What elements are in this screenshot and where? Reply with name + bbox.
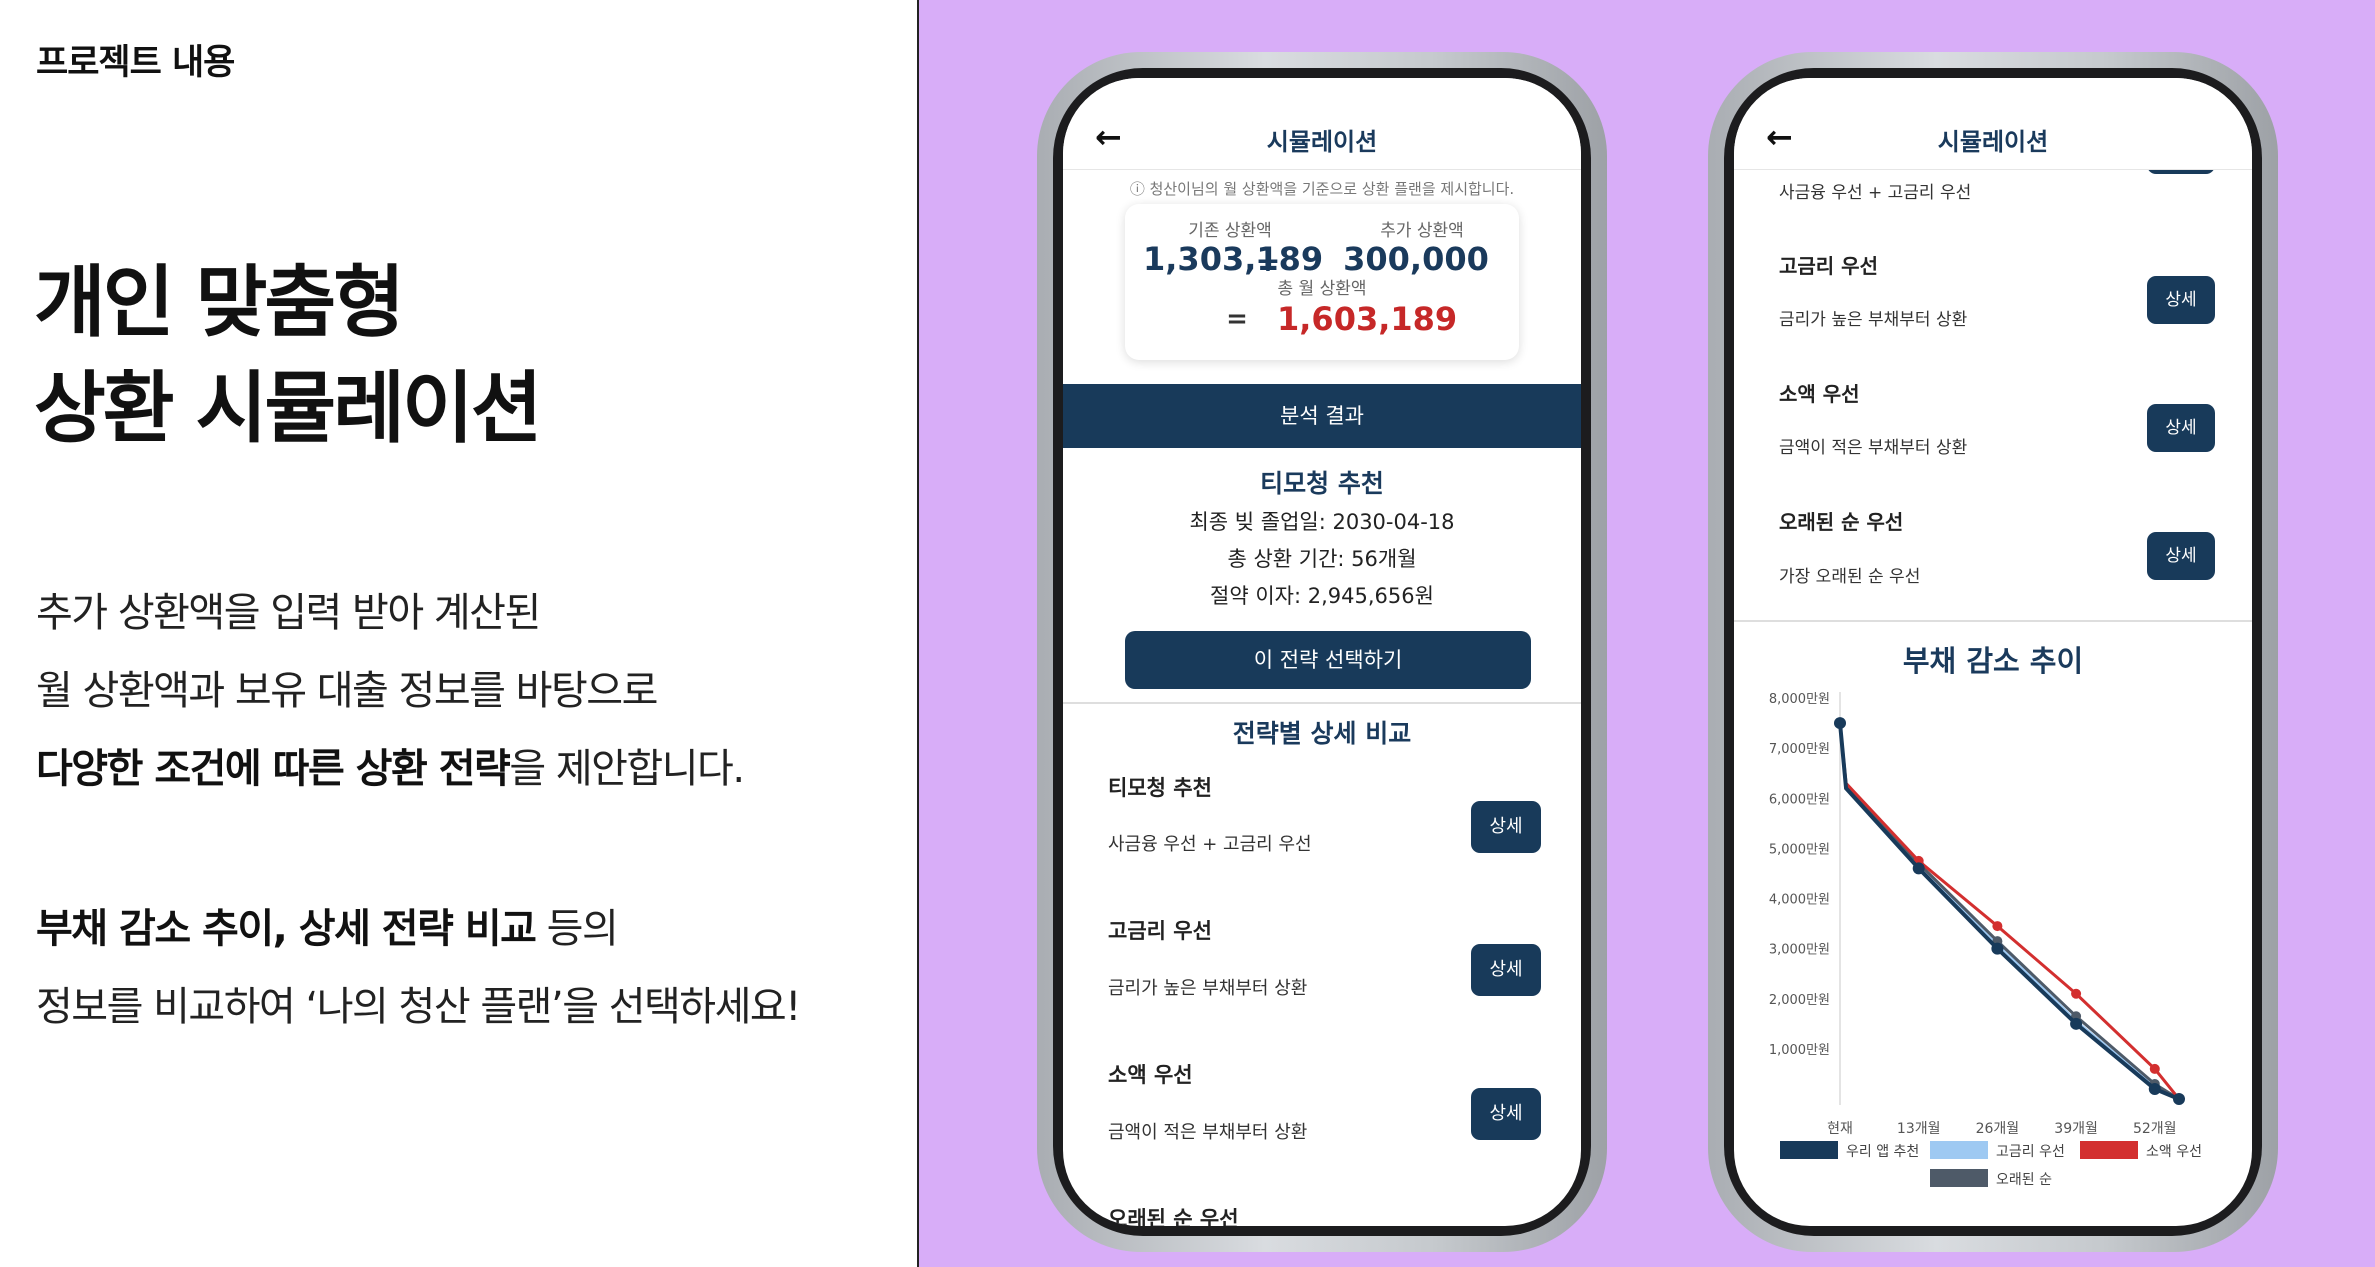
final-payoff-date: 최종 빚 졸업일: 2030-04-18 [1189, 510, 1455, 534]
y-tick-label: 1,000만원 [1769, 1043, 1830, 1058]
headline-line-2: 상환 시뮬레이션 [34, 364, 542, 454]
detail-button[interactable]: 상세 [2147, 532, 2215, 580]
page-title: 시뮬레이션 [1937, 128, 2049, 156]
legend-swatch [1930, 1169, 1988, 1187]
y-tick-label: 3,000만원 [1769, 943, 1830, 958]
strategy-desc: 사금융 우선 + 고금리 우선 [1108, 834, 1312, 855]
paragraph-1-line-1: 추가 상환액을 입력 받아 계산된 [36, 590, 541, 636]
strategy-desc: 금액이 적은 부채부터 상환 [1779, 438, 1968, 458]
data-point [1834, 717, 1846, 730]
y-tick-label: 6,000만원 [1769, 792, 1830, 807]
strategy-compare-title: 전략별 상세 비교 [1232, 719, 1412, 748]
legend-swatch [2080, 1141, 2138, 1159]
base-payment-label: 기존 상환액 [1188, 221, 1272, 241]
phone-screen: ← 시뮬레이션 ⓘ 청산이님의 월 상환액을 기준으로 상환 플랜을 제시합니다… [1063, 78, 1581, 1226]
paragraph-1-line-3-rest: 을 제안합니다. [509, 746, 745, 792]
total-payment-value: 1,603,189 [1277, 300, 1458, 338]
legend-label: 고금리 우선 [1996, 1144, 2065, 1160]
data-point [1992, 921, 2003, 932]
legend-label: 소액 우선 [2146, 1144, 2202, 1160]
legend-swatch [1930, 1141, 1988, 1159]
strategy-name: 오래된 순 우선 [1108, 1207, 1239, 1226]
detail-button[interactable]: 상세 [2147, 276, 2215, 324]
description-panel: 프로젝트 내용 개인 맞춤형 상환 시뮬레이션 추가 상환액을 입력 받아 계산… [0, 0, 918, 1267]
detail-button[interactable]: 상세 [1471, 1088, 1541, 1140]
phone-mockup-right: 상세 ← 시뮬레이션 사금융 우선 + 고금리 우선 고금리 우선 금리가 높은… [1708, 52, 2278, 1252]
y-tick-label: 4,000만원 [1769, 893, 1830, 908]
data-point [2070, 1017, 2083, 1030]
y-tick-label: 7,000만원 [1769, 742, 1830, 757]
strategy-desc: 금리가 높은 부채부터 상환 [1779, 310, 1968, 330]
detail-button[interactable]: 상세 [2147, 404, 2215, 452]
strategy-name: 오래된 순 우선 [1779, 510, 1904, 534]
x-tick-label: 13개월 [1897, 1121, 1941, 1137]
headline: 개인 맞춤형 상환 시뮬레이션 [34, 250, 542, 462]
data-point [2149, 1063, 2160, 1074]
strategy-desc: 가장 오래된 순 우선 [1779, 567, 1921, 587]
paragraph-1-line-3: 다양한 조건에 따른 상환 전략을 제안합니다. [36, 736, 745, 794]
paragraph-1-line-2: 월 상환액과 보유 대출 정보를 바탕으로 [36, 668, 658, 714]
phone-screen: 상세 ← 시뮬레이션 사금융 우선 + 고금리 우선 고금리 우선 금리가 높은… [1734, 78, 2252, 1226]
x-tick-label: 26개월 [1976, 1121, 2020, 1137]
equals-sign: = [1226, 304, 1248, 334]
extra-payment-label: 추가 상환액 [1380, 221, 1464, 241]
data-point [2071, 988, 2082, 999]
strategy-name: 고금리 우선 [1779, 254, 1878, 278]
headline-line-1: 개인 맞춤형 [34, 258, 405, 348]
phone-mockup-left: ← 시뮬레이션 ⓘ 청산이님의 월 상환액을 기준으로 상환 플랜을 제시합니다… [1037, 52, 1607, 1252]
paragraph-2-line-2: 정보를 비교하여 ‘나의 청산 플랜’을 선택하세요! [36, 984, 801, 1030]
x-tick-label: 52개월 [2133, 1121, 2177, 1137]
emphasis-features: 부채 감소 추이, 상세 전략 비교 [36, 906, 537, 952]
mockup-panel: ← 시뮬레이션 ⓘ 청산이님의 월 상환액을 기준으로 상환 플랜을 제시합니다… [919, 0, 2375, 1267]
strategy-desc: 금리가 높은 부채부터 상환 [1108, 978, 1308, 999]
legend-label: 우리 앱 추천 [1846, 1144, 1919, 1160]
app-header: ← 시뮬레이션 [1063, 78, 1581, 170]
x-tick-label: 현재 [1827, 1121, 1853, 1137]
total-payment-label: 총 월 상환액 [1277, 279, 1367, 299]
emphasis-strategy: 다양한 조건에 따른 상환 전략 [36, 746, 511, 792]
section-label: 프로젝트 내용 [36, 43, 235, 83]
strategy-desc: 금액이 적은 부채부터 상환 [1108, 1122, 1308, 1143]
section-divider [1734, 620, 2252, 622]
legend-label: 오래된 순 [1996, 1172, 2052, 1188]
y-tick-label: 2,000만원 [1769, 993, 1830, 1008]
info-notice: ⓘ 청산이님의 월 상환액을 기준으로 상환 플랜을 제시합니다. [1129, 180, 1515, 198]
extra-payment-value: 300,000 [1343, 240, 1489, 278]
analysis-result-bar: 분석 결과 [1063, 384, 1581, 448]
data-point [1991, 942, 2004, 955]
app-header: ← 시뮬레이션 [1734, 78, 2252, 170]
x-tick-label: 39개월 [2054, 1121, 2098, 1137]
strategy-desc: 사금융 우선 + 고금리 우선 [1779, 183, 1972, 203]
detail-button[interactable]: 상세 [1471, 801, 1541, 853]
chart-title: 부채 감소 추이 [1902, 644, 2084, 678]
interest-saving: 절약 이자: 2,945,656원 [1210, 584, 1434, 608]
recommendation-title: 티모청 추천 [1260, 469, 1384, 498]
paragraph-2-line-1-rest: 등의 [535, 906, 619, 952]
strategy-name: 소액 우선 [1108, 1063, 1193, 1087]
section-divider [1063, 702, 1581, 704]
data-point [1912, 862, 1925, 875]
series-line-2 [1838, 722, 2181, 1100]
choose-strategy-button[interactable]: 이 전략 선택하기 [1125, 631, 1531, 689]
page-title: 시뮬레이션 [1266, 128, 1378, 156]
y-tick-label: 8,000만원 [1769, 692, 1830, 707]
strategy-name: 티모청 추천 [1108, 776, 1212, 800]
debt-reduction-chart: 8,000만원 7,000만원 6,000만원 5,000만원 4,000만원 3,000… [1769, 692, 2202, 1188]
data-point [2148, 1082, 2161, 1095]
detail-button[interactable]: 상세 [1471, 944, 1541, 996]
strategy-name: 소액 우선 [1779, 382, 1860, 406]
data-point [2173, 1093, 2185, 1105]
payment-calculation-card: 기존 상환액 1,303,189 + 추가 상환액 300,000 총 월 상환… [1125, 204, 1519, 360]
paragraph-2-line-1: 부채 감소 추이, 상세 전략 비교 등의 [36, 896, 619, 954]
total-period: 총 상환 기간: 56개월 [1227, 547, 1417, 571]
legend-swatch [1780, 1141, 1838, 1159]
y-tick-label: 5,000만원 [1769, 842, 1830, 857]
strategy-name: 고금리 우선 [1108, 919, 1212, 943]
